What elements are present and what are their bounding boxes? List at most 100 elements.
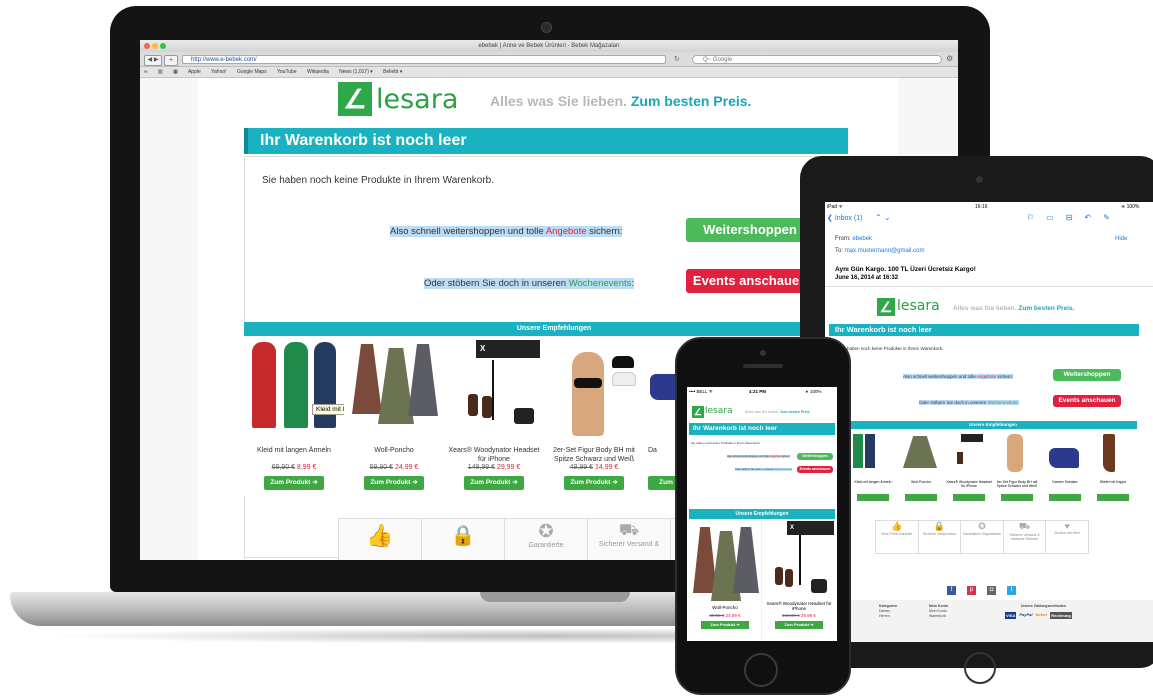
phone-cart-empty-text: Sie haben noch keine Produkte in Ihrem W… [691,441,761,445]
bookmark-wikipedia[interactable]: Wikipedia [307,69,329,75]
award-icon: ✪ Garantierte Originalware [961,521,1004,553]
top-sites-icon[interactable]: ▦ [173,69,178,75]
cart-empty-text: Sie haben noch keine Produkte in Ihrem W… [262,175,494,186]
phone-speaker [743,364,783,368]
minimize-window-button[interactable] [152,43,158,49]
inbox-back-button[interactable]: ❮ Inbox (1) [827,214,862,222]
tablet-tagline: Alles was Sie lieben. Zum besten Preis. [953,305,1075,312]
shop-prompt: Also schnell weitershoppen und tolle Ang… [390,226,623,237]
gear-icon[interactable]: ⚙ [946,54,953,63]
zum-produkt-button[interactable]: Zum Produkt ➔ [464,476,524,490]
close-window-button[interactable] [144,43,150,49]
product-card[interactable]: 2er-Set Figur Body BH mit Spitze Schwarz… [544,336,645,496]
weitershoppen-button[interactable]: Weitershoppen [686,218,814,242]
phone-logo-text[interactable]: lesara [705,406,732,416]
window-title: ebebek | Anne ve Bebek Ürünleri - Bebek … [478,43,620,49]
mail-up-down-icon[interactable]: ⌃ ⌄ [875,213,891,222]
tablet-product-card[interactable]: Xears® Woodynator Headset für iPhone [945,432,993,512]
events-prompt: Oder stöbern Sie doch in unseren Wochene… [424,278,635,289]
phone-tagline: Alles was Sie lieben. Zum besten Preis. [745,410,811,414]
mail-action-icons[interactable]: ⚐▭⊟↶✎ [1027,213,1122,222]
bookmark-beliebt[interactable]: Beliebt ▾ [383,69,402,75]
zum-produkt-button[interactable]: Zum Produkt ➔ [564,476,624,490]
payments-title: Unsere Zahlungsmethoden [1021,604,1067,608]
tablet-product-card[interactable]: Woll-Poncho [897,432,945,512]
phone-time: 4:21 PM [749,389,767,394]
tablet-weitershoppen-button[interactable]: Weitershoppen [1053,369,1121,381]
tablet-status-left: iPad ᯤ [827,204,843,210]
product-image-headset[interactable]: X [448,338,540,436]
instagram-icon[interactable]: ◘ [987,586,996,595]
lock-icon: 🔒 [422,519,505,560]
zum-produkt-button[interactable]: Zum Produkt ➔ [701,621,749,629]
tablet-status-time: 16:16 [975,204,988,210]
add-tab-icon[interactable]: + [164,55,178,66]
events-anschauen-button[interactable]: Events anschauen [686,269,814,293]
cart-header: Ihr Warenkorb ist noch leer [244,128,848,154]
phone-home-button[interactable] [744,653,778,687]
product-image-dress[interactable] [248,338,340,436]
bookmark-yahoo[interactable]: Yahoo! [211,69,226,75]
product-card[interactable]: Kleid mit langen Ärmeln 69,90 € 8,99 € Z… [244,336,345,496]
tablet-screen: iPad ᯤ 16:16 ∗ 100% ❮ Inbox (1) ⌃ ⌄ ⚐▭⊟↶… [825,202,1153,642]
product-card[interactable]: X Xears® Woodynator Headset für iPhone 1… [444,336,545,496]
tablet-trust-bar: 👍 Best-Preis-Garantie 🔒 Sicherer Zahlproze… [875,520,1089,554]
phone-product-card[interactable]: Woll-Poncho 69,90 € 24,99 € Zum Produkt … [689,519,762,639]
shipping-icon: ⛟ Sicherer Versand & einfache Retoure [1004,521,1047,553]
tablet-home-button[interactable] [964,652,996,684]
product-card[interactable]: Woll-Poncho 69,90 € 24,99 € Zum Produkt … [344,336,445,496]
reload-icon[interactable]: ↻ [674,55,680,63]
phone-events-button[interactable]: Events anschauen [797,466,833,473]
facebook-icon[interactable]: f [947,586,956,595]
tablet-camera [976,176,983,183]
bookmarks-icon[interactable]: ▥ [158,69,163,75]
footer-col-categories: Kategorien Damen Herren [879,604,898,618]
mail-to: To: max.mustermann@gmail.com [835,248,925,254]
lesara-logo-text[interactable]: lesara [376,84,458,115]
phone-product-card[interactable]: X Xears® Woodynator Headset für iPhone 1… [763,519,835,639]
mail-divider [825,286,1153,287]
mail-hide-link[interactable]: Hide [1115,236,1127,242]
phone-logo-icon[interactable]: ∠ [692,406,704,418]
tablet-events-button[interactable]: Events anschauen [1053,395,1121,407]
trust-bar: 👍 🔒 ✪ Garantierte ⛟ Sicherer Versand & [338,518,680,560]
tablet-product-card[interactable]: Damen Sneaker [1041,432,1089,512]
tablet-events-prompt: Oder stöbern Sie doch in unseren Wochene… [919,400,1019,405]
reading-list-icon[interactable]: ∞ [144,69,148,75]
mail-from: From: ebebek [835,236,873,242]
bookmark-apple[interactable]: Apple [188,69,201,75]
laptop-camera [541,22,552,33]
tablet-product-card[interactable]: Kleid mit langen Ärmeln [849,432,897,512]
tablet-logo-icon: ∠ [877,298,895,316]
zum-produkt-button[interactable]: Zum Produkt ➔ [775,621,823,629]
tablet-product-card[interactable]: 2er-Set Figur Body BH mit Spitze Schwarz… [993,432,1041,512]
tablet-cart-header: Ihr Warenkorb ist noch leer [829,324,1139,336]
phone-camera [760,350,766,356]
phone-events-prompt: Oder stöbern Sie doch in unseren Wochene… [735,468,793,471]
tablet-footer [825,600,1153,642]
zum-produkt-button[interactable]: Zum Produkt ➔ [264,476,324,490]
back-forward-button[interactable]: ◀ ▶ [144,55,162,66]
product-image-bra[interactable] [548,338,640,436]
search-field[interactable]: Q~ Google [692,55,942,64]
bookmark-google-maps[interactable]: Google Maps [237,69,267,75]
heart-icon: ♥ Service mit Herz [1054,521,1080,535]
payment-logos: VISA PayPal Sofort Rechnung [1005,612,1072,619]
zoom-window-button[interactable] [160,43,166,49]
bookmark-news[interactable]: News (1,017) ▾ [339,69,373,75]
phone-shop-prompt: Also schnell weitershoppen und tolle Ang… [727,455,791,458]
lesara-logo-icon[interactable]: ∠ [338,82,372,116]
twitter-icon[interactable]: t [1007,586,1016,595]
mail-date: June 16, 2014 at 16:32 [835,275,899,281]
bookmarks-bar: ∞ ▥ ▦ Apple Yahoo! Google Maps YouTube W… [140,67,958,78]
recommendations-header: Unsere Empfehlungen [244,322,864,336]
zum-produkt-button[interactable]: Zum Produkt ➔ [364,476,424,490]
tablet-shop-prompt: Also schnell weitershoppen und tolle Ang… [903,374,1014,379]
bookmark-youtube[interactable]: YouTube [277,69,297,75]
tablet-product-card[interactable]: Stiefel mit Kappe [1089,432,1137,512]
footer-col-account: Mein Konto Mein Konto Warenkorb [929,604,949,618]
phone-weitershoppen-button[interactable]: Weitershoppen [797,453,833,460]
address-bar[interactable]: http://www.e-bebek.com/ [182,55,666,64]
product-image-poncho[interactable] [348,338,440,436]
pinterest-icon[interactable]: p [967,586,976,595]
